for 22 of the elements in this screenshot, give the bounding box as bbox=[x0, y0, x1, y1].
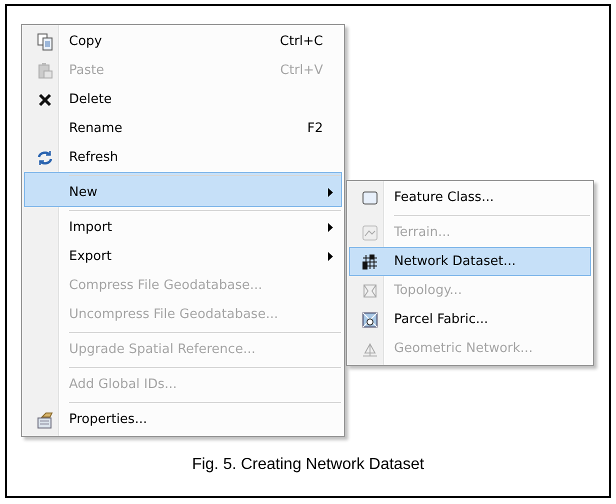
submenu-arrow-icon bbox=[328, 252, 333, 261]
refresh-icon bbox=[36, 148, 54, 166]
grid-icon bbox=[361, 252, 379, 270]
menu-item[interactable]: Rename F2 bbox=[24, 114, 342, 143]
paste-icon bbox=[36, 62, 54, 80]
submenu-arrow-icon bbox=[328, 188, 333, 197]
menu-item[interactable]: New bbox=[24, 172, 342, 207]
menu-item[interactable]: Refresh bbox=[24, 143, 342, 172]
menu-item[interactable]: Network Dataset... bbox=[349, 247, 591, 276]
terrain-icon bbox=[361, 224, 379, 242]
figure-caption: Fig. 5. Creating Network Dataset bbox=[190, 456, 426, 474]
menu-item[interactable]: Delete bbox=[24, 85, 342, 114]
menu-item[interactable]: Import bbox=[24, 207, 342, 242]
menu-item[interactable]: Copy Ctrl+C bbox=[24, 27, 342, 56]
topology-icon bbox=[361, 282, 379, 300]
copy-icon bbox=[36, 32, 54, 50]
menu-item[interactable]: Parcel Fabric... bbox=[349, 305, 591, 334]
menu-item[interactable]: Export bbox=[24, 242, 342, 271]
rectangle-icon bbox=[361, 188, 379, 206]
menu-item[interactable]: Feature Class... bbox=[349, 183, 591, 212]
submenu-arrow-icon bbox=[328, 223, 333, 232]
menu-item[interactable]: Properties... bbox=[24, 399, 342, 434]
